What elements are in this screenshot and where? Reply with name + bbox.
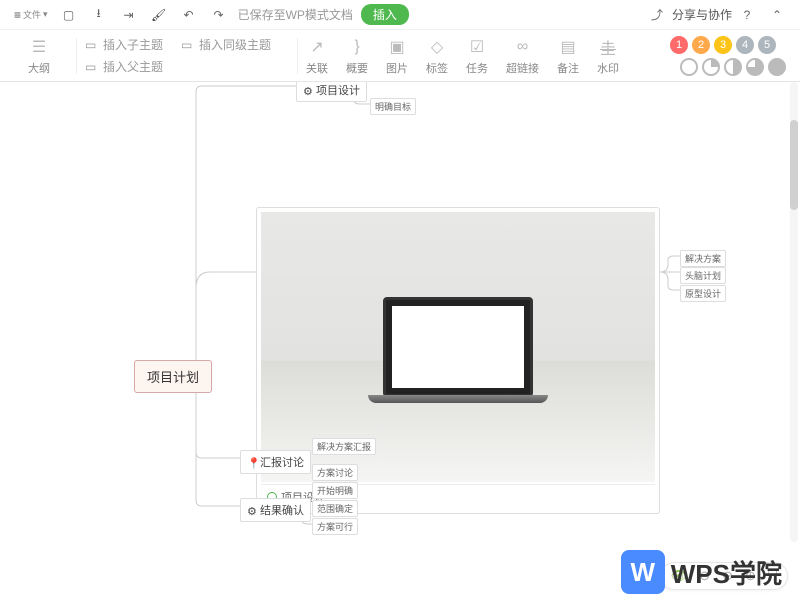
mindmap-canvas[interactable]: 项目计划 ⚙项目设计 明确目标 项目设计 解决方案 头脑计划 原型设计 📍汇报讨… [0,82,800,600]
insert-child-button[interactable]: ▭插入子主题 [85,34,163,56]
tiny-node[interactable]: 解决方案汇报 [312,438,376,455]
note-icon: ▤ [560,36,575,58]
insert-parent-button[interactable]: ▭插入父主题 [85,56,163,78]
priority-3[interactable]: 3 [714,36,732,54]
priority-5[interactable]: 5 [758,36,776,54]
outline-button[interactable]: ☰ 大纲 [28,36,50,76]
root-node[interactable]: 项目计划 [134,360,212,393]
share-icon[interactable]: ⤴ [648,6,666,24]
image-icon: ▣ [389,36,404,58]
progress-100[interactable] [768,58,786,76]
progress-75[interactable] [746,58,764,76]
export-icon[interactable]: ⇥ [120,6,138,24]
scrollbar-thumb[interactable] [790,120,798,210]
download-icon[interactable]: ⭳ [90,6,108,24]
outline-icon: ☰ [32,36,46,58]
insert-sibling-icon: ▭ [181,38,195,52]
hyperlink-button[interactable]: ∞超链接 [506,36,539,76]
node-design[interactable]: ⚙项目设计 [296,82,367,102]
wps-logo-icon: W [621,550,665,594]
collapse-icon[interactable]: ⌃ [768,6,786,24]
save-icon[interactable]: ▢ [60,6,78,24]
tiny-node[interactable]: 方案讨论 [312,464,358,481]
relation-button[interactable]: ↗关联 [306,36,328,76]
tiny-node[interactable]: 明确目标 [370,98,416,115]
insert-button[interactable]: 插入 [361,4,409,25]
hyperlink-icon: ∞ [517,36,528,58]
insert-parent-icon: ▭ [85,60,99,74]
task-icon: ☑ [470,36,484,58]
priority-2[interactable]: 2 [692,36,710,54]
summary-icon: } [354,36,359,58]
node-report[interactable]: 📍汇报讨论 [240,450,311,474]
tiny-node[interactable]: 原型设计 [680,285,726,302]
progress-markers [680,58,786,76]
tiny-node[interactable]: 头脑计划 [680,267,726,284]
gear-icon: ⚙ [303,85,313,95]
image-button[interactable]: ▣图片 [386,36,408,76]
pin-icon: 📍 [247,457,257,467]
tiny-node[interactable]: 解决方案 [680,250,726,267]
progress-0[interactable] [680,58,698,76]
chevron-down-icon: ▾ [43,9,48,20]
relation-icon: ↗ [310,36,323,58]
top-menu-bar: ≡ 文件 ▾ ▢ ⭳ ⇥ 🖌 ↶ ↷ 已保存至WP模式文档 插入 ⤴ 分享与协作… [0,0,800,30]
tiny-node[interactable]: 范围确定 [312,500,358,517]
format-painter-icon[interactable]: 🖌 [150,6,168,24]
watermark-icon: 圭 [600,36,616,58]
watermark-button[interactable]: 圭水印 [597,36,619,76]
note-button[interactable]: ▤备注 [557,36,579,76]
node-result[interactable]: ⚙结果确认 [240,498,311,522]
help-icon[interactable]: ? [738,6,756,24]
tiny-node[interactable]: 开始明确 [312,482,358,499]
insert-child-icon: ▭ [85,38,99,52]
task-button[interactable]: ☑任务 [466,36,488,76]
insert-sibling-button[interactable]: ▭插入同级主题 [181,34,271,56]
ribbon-toolbar: ☰ 大纲 ▭插入子主题 ▭插入父主题 ▭插入同级主题 x ↗关联 }概要 ▣图片… [0,30,800,82]
progress-25[interactable] [702,58,720,76]
undo-icon[interactable]: ↶ [180,6,198,24]
priority-markers: 1 2 3 4 5 [670,36,776,54]
save-status: 已保存至WP模式文档 [238,6,353,23]
tiny-node[interactable]: 方案可行 [312,518,358,535]
gear-icon: ⚙ [247,505,257,515]
redo-icon[interactable]: ↷ [210,6,228,24]
outline-label: 大纲 [28,60,50,76]
share-link[interactable]: 分享与协作 [672,6,732,23]
tag-icon: ◇ [431,36,443,58]
laptop-image [368,297,548,417]
wps-logo: W WPS学院 [621,550,782,594]
tag-button[interactable]: ◇标签 [426,36,448,76]
wps-logo-text: WPS学院 [671,554,782,591]
priority-1[interactable]: 1 [670,36,688,54]
summary-button[interactable]: }概要 [346,36,368,76]
file-menu[interactable]: ≡ 文件 ▾ [8,6,54,24]
file-menu-label: 文件 [23,8,41,21]
progress-50[interactable] [724,58,742,76]
priority-4[interactable]: 4 [736,36,754,54]
